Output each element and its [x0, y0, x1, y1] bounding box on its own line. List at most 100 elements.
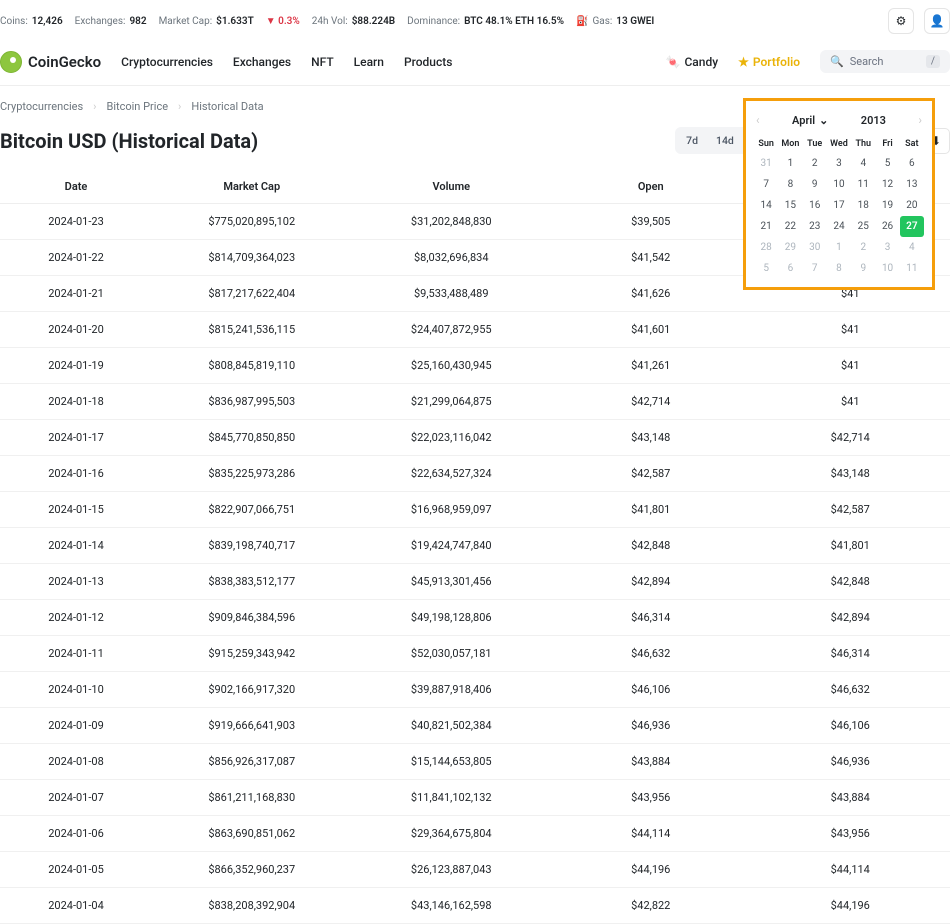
- day-cell[interactable]: 5: [754, 258, 778, 279]
- table-row: 2024-01-16$835,225,973,286$22,634,527,32…: [0, 456, 950, 492]
- table-cell: $42,714: [551, 384, 751, 420]
- table-cell: $902,166,917,320: [152, 672, 352, 708]
- table-cell: 2024-01-18: [0, 384, 152, 420]
- day-cell[interactable]: 8: [778, 174, 802, 195]
- day-cell[interactable]: 10: [827, 174, 851, 195]
- breadcrumb-item[interactable]: Bitcoin Price: [106, 100, 168, 113]
- table-row: 2024-01-06$863,690,851,062$29,364,675,80…: [0, 816, 950, 852]
- next-month-button[interactable]: ›: [918, 113, 922, 127]
- year-selector[interactable]: 2013: [861, 114, 886, 127]
- nav-link-learn[interactable]: Learn: [354, 55, 384, 69]
- day-cell[interactable]: 18: [851, 195, 875, 216]
- day-cell[interactable]: 2: [851, 237, 875, 258]
- table-cell: $46,632: [751, 672, 950, 708]
- dow-label: Mon: [778, 135, 802, 153]
- table-cell: 2024-01-19: [0, 348, 152, 384]
- nav-link-nft[interactable]: NFT: [311, 55, 334, 69]
- day-cell[interactable]: 7: [803, 258, 827, 279]
- day-cell[interactable]: 4: [900, 237, 924, 258]
- gas-icon: ⛽: [576, 16, 588, 27]
- day-cell[interactable]: 10: [875, 258, 899, 279]
- day-cell[interactable]: 20: [900, 195, 924, 216]
- day-cell[interactable]: 8: [827, 258, 851, 279]
- table-cell: $39,887,918,406: [352, 672, 552, 708]
- day-cell[interactable]: 1: [778, 153, 802, 174]
- day-cell[interactable]: 17: [827, 195, 851, 216]
- day-cell[interactable]: 16: [803, 195, 827, 216]
- day-cell[interactable]: 28: [754, 237, 778, 258]
- day-cell[interactable]: 4: [851, 153, 875, 174]
- day-cell[interactable]: 13: [900, 174, 924, 195]
- nav-link-exchanges[interactable]: Exchanges: [233, 55, 291, 69]
- portfolio-link[interactable]: ★ Portfolio: [738, 55, 800, 69]
- table-cell: $24,407,872,955: [352, 312, 552, 348]
- table-cell: $42,848: [751, 564, 950, 600]
- table-cell: $42,587: [551, 456, 751, 492]
- prev-month-button[interactable]: ‹: [756, 113, 760, 127]
- search-input[interactable]: 🔍 Search /: [820, 50, 950, 73]
- candy-link[interactable]: 🍬 Candy: [666, 55, 719, 69]
- day-cell[interactable]: 2: [803, 153, 827, 174]
- nav-link-cryptocurrencies[interactable]: Cryptocurrencies: [121, 55, 213, 69]
- range-14d[interactable]: 14d: [707, 129, 743, 152]
- day-cell[interactable]: 27: [900, 216, 924, 237]
- day-cell[interactable]: 11: [851, 174, 875, 195]
- table-cell: 2024-01-23: [0, 204, 152, 240]
- day-cell[interactable]: 9: [803, 174, 827, 195]
- day-cell[interactable]: 11: [900, 258, 924, 279]
- table-cell: $39,505: [551, 204, 751, 240]
- day-cell[interactable]: 3: [875, 237, 899, 258]
- day-cell[interactable]: 6: [900, 153, 924, 174]
- day-cell[interactable]: 5: [875, 153, 899, 174]
- nav-links: Cryptocurrencies Exchanges NFT Learn Product…: [121, 55, 452, 69]
- day-cell[interactable]: 25: [851, 216, 875, 237]
- breadcrumb-item[interactable]: Cryptocurrencies: [0, 100, 83, 113]
- dom-label: Dominance:: [407, 16, 460, 27]
- day-cell[interactable]: 15: [778, 195, 802, 216]
- settings-button[interactable]: ⚙: [888, 8, 914, 34]
- table-cell: $808,845,819,110: [152, 348, 352, 384]
- day-cell[interactable]: 26: [875, 216, 899, 237]
- day-cell[interactable]: 31: [754, 153, 778, 174]
- day-cell[interactable]: 12: [875, 174, 899, 195]
- table-cell: $22,634,527,324: [352, 456, 552, 492]
- search-icon: 🔍: [830, 55, 844, 68]
- nav-link-products[interactable]: Products: [404, 55, 452, 69]
- table-cell: $42,894: [751, 600, 950, 636]
- month-selector[interactable]: April ⌄: [792, 114, 828, 127]
- day-cell[interactable]: 7: [754, 174, 778, 195]
- day-cell[interactable]: 3: [827, 153, 851, 174]
- table-cell: $42,848: [551, 528, 751, 564]
- exchanges-label: Exchanges:: [75, 16, 126, 27]
- dow-label: Wed: [827, 135, 851, 153]
- day-cell[interactable]: 19: [875, 195, 899, 216]
- day-cell[interactable]: 21: [754, 216, 778, 237]
- day-cell[interactable]: 1: [827, 237, 851, 258]
- day-cell[interactable]: 23: [803, 216, 827, 237]
- table-cell: $815,241,536,115: [152, 312, 352, 348]
- table-row: 2024-01-08$856,926,317,087$15,144,653,80…: [0, 744, 950, 780]
- column-header: Volume: [352, 170, 552, 204]
- table-row: 2024-01-20$815,241,536,115$24,407,872,95…: [0, 312, 950, 348]
- date-picker: ‹ April ⌄ 2013 › SunMonTueWedThuFriSat31…: [743, 98, 935, 290]
- day-cell[interactable]: 14: [754, 195, 778, 216]
- table-cell: $42,822: [551, 888, 751, 924]
- account-button[interactable]: 👤: [924, 8, 950, 34]
- day-cell[interactable]: 9: [851, 258, 875, 279]
- table-cell: 2024-01-04: [0, 888, 152, 924]
- day-cell[interactable]: 30: [803, 237, 827, 258]
- table-cell: 2024-01-20: [0, 312, 152, 348]
- table-cell: $42,714: [751, 420, 950, 456]
- day-cell[interactable]: 22: [778, 216, 802, 237]
- range-7d[interactable]: 7d: [677, 129, 707, 152]
- table-cell: $43,956: [551, 780, 751, 816]
- day-cell[interactable]: 24: [827, 216, 851, 237]
- logo[interactable]: CoinGecko: [0, 51, 101, 73]
- day-cell[interactable]: 29: [778, 237, 802, 258]
- table-cell: $29,364,675,804: [352, 816, 552, 852]
- table-cell: $31,202,848,830: [352, 204, 552, 240]
- table-cell: $8,032,696,834: [352, 240, 552, 276]
- coins-label: Coins:: [0, 16, 28, 27]
- day-cell[interactable]: 6: [778, 258, 802, 279]
- table-cell: $835,225,973,286: [152, 456, 352, 492]
